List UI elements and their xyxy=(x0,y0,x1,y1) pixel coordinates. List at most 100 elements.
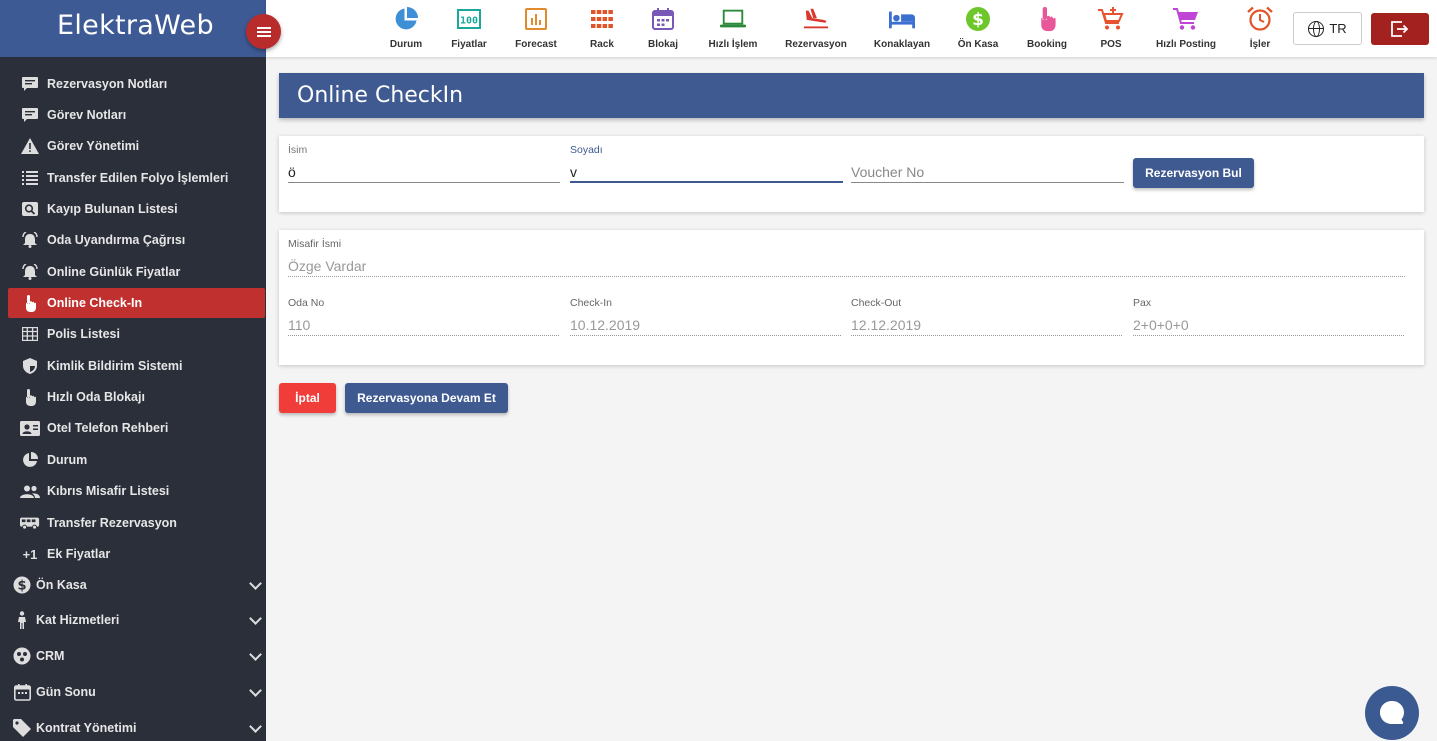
dollar-icon: $ xyxy=(965,6,991,32)
sidebar-item-durum[interactable]: Durum xyxy=(8,445,265,475)
cancel-button[interactable]: İptal xyxy=(279,383,336,413)
pax-label: Pax xyxy=(1133,297,1152,309)
globe-icon xyxy=(1308,20,1325,37)
voucher-input[interactable]: Voucher No xyxy=(851,161,1124,183)
reservation-details-card: Misafir İsmi Özge Vardar Oda No 110 Chec… xyxy=(279,230,1424,365)
language-button[interactable]: TR xyxy=(1293,12,1362,45)
sidebar-item-oda-uyandirma[interactable]: Oda Uyandırma Çağrısı xyxy=(8,225,265,255)
table-icon xyxy=(20,326,40,342)
sidebar-item-label: Polis Listesi xyxy=(47,327,120,341)
sidebar-group-label: Kat Hizmetleri xyxy=(36,613,120,627)
sidebar-group-label: Gün Sonu xyxy=(36,685,96,699)
search-icon xyxy=(20,201,40,217)
sidebar-item-hizli-oda-blokaji[interactable]: Hızlı Oda Blokajı xyxy=(8,382,265,412)
note-icon xyxy=(20,76,40,92)
sidebar-item-label: Ek Fiyatlar xyxy=(47,547,111,561)
surname-field[interactable]: Soyadı v xyxy=(570,144,843,183)
price-icon: 100 xyxy=(456,6,482,32)
chevron-down-icon xyxy=(249,720,262,733)
sidebar-item-label: Transfer Rezervasyon xyxy=(47,516,177,530)
calendar-icon xyxy=(12,683,32,701)
chevron-down-icon xyxy=(249,612,262,625)
sidebar-group-on-kasa[interactable]: $ Ön Kasa xyxy=(0,568,266,602)
sidebar-item-online-gunluk-fiyatlar[interactable]: Online Günlük Fiyatlar xyxy=(8,257,265,287)
sidebar-item-ek-fiyatlar[interactable]: +1 Ek Fiyatlar xyxy=(8,539,265,569)
svg-text:$: $ xyxy=(17,579,26,594)
sidebar-item-label: Transfer Edilen Folyo İşlemleri xyxy=(47,171,229,185)
sidebar-item-label: Görev Notları xyxy=(47,108,127,122)
toolbar-booking[interactable]: Booking xyxy=(1012,6,1082,50)
voucher-field[interactable]: Voucher No xyxy=(851,161,1124,183)
surname-input[interactable]: v xyxy=(570,161,843,183)
toolbar-pos[interactable]: POS xyxy=(1076,6,1146,50)
toolbar-durum[interactable]: Durum xyxy=(371,6,441,50)
page-header: Online CheckIn xyxy=(279,73,1424,118)
sidebar-group-kontrat-yonetimi[interactable]: Kontrat Yönetimi xyxy=(0,711,266,741)
room-field: Oda No 110 xyxy=(288,297,559,336)
sidebar-group-crm[interactable]: CRM xyxy=(0,639,266,673)
sidebar-item-kayip-bulunan[interactable]: Kayıp Bulunan Listesi xyxy=(8,194,265,224)
checkout-value: 12.12.2019 xyxy=(851,314,1122,336)
list-icon xyxy=(20,170,40,186)
logout-button[interactable] xyxy=(1371,13,1429,45)
sidebar-item-label: Otel Telefon Rehberi xyxy=(47,421,169,435)
sidebar-item-gorev-yonetimi[interactable]: Görev Yönetimi xyxy=(8,131,265,161)
sidebar-group-gun-sonu[interactable]: Gün Sonu xyxy=(0,675,266,709)
sidebar-item-gorev-notlari[interactable]: Görev Notları xyxy=(8,100,265,130)
sidebar-item-transfer-folyo[interactable]: Transfer Edilen Folyo İşlemleri xyxy=(8,163,265,193)
pax-field: Pax 2+0+0+0 xyxy=(1133,297,1404,336)
pie-chart-icon xyxy=(20,452,40,468)
sidebar-item-label: Kıbrıs Misafir Listesi xyxy=(47,484,170,498)
touch-icon xyxy=(20,294,40,312)
language-label: TR xyxy=(1329,21,1347,36)
sidebar-item-label: Hızlı Oda Blokajı xyxy=(47,390,145,404)
tag-icon xyxy=(12,719,32,737)
chevron-down-icon xyxy=(249,648,262,661)
sidebar-item-label: Kimlik Bildirim Sistemi xyxy=(47,359,183,373)
sidebar: Rezervasyon Notları Görev Notları Görev … xyxy=(0,0,266,741)
toolbar-isler[interactable]: İşler xyxy=(1225,6,1295,50)
toolbar-hizli-islem[interactable]: Hızlı İşlem xyxy=(698,6,768,50)
crm-icon xyxy=(12,647,32,665)
bus-icon xyxy=(20,515,40,531)
top-toolbar: Durum 100 Fiyatlar Forecast Rack Blokaj … xyxy=(266,0,1437,57)
chat-button[interactable] xyxy=(1365,686,1419,740)
toolbar-blokaj[interactable]: Blokaj xyxy=(628,6,698,50)
sidebar-item-polis-listesi[interactable]: Polis Listesi xyxy=(8,319,265,349)
chevron-down-icon xyxy=(249,577,262,590)
calendar-icon xyxy=(650,6,676,32)
sidebar-item-kibris-misafir[interactable]: Kıbrıs Misafir Listesi xyxy=(8,476,265,506)
brand-logo[interactable]: ElektraWeb xyxy=(57,10,214,41)
continue-reservation-button[interactable]: Rezervasyona Devam Et xyxy=(345,383,508,413)
toolbar-fiyatlar[interactable]: 100 Fiyatlar xyxy=(434,6,504,50)
toolbar-hizli-posting[interactable]: Hızlı Posting xyxy=(1151,6,1221,50)
sidebar-item-rezervasyon-notlari[interactable]: Rezervasyon Notları xyxy=(8,69,265,99)
toolbar-label: Fiyatlar xyxy=(451,39,487,50)
toolbar-rezervasyon[interactable]: Rezervasyon xyxy=(781,6,851,50)
chevron-down-icon xyxy=(249,684,262,697)
sidebar-item-online-check-in[interactable]: Online Check-In xyxy=(8,288,265,318)
note-icon xyxy=(20,107,40,123)
toolbar-rack[interactable]: Rack xyxy=(567,6,637,50)
name-field[interactable]: İsim ö xyxy=(288,144,560,183)
find-reservation-button[interactable]: Rezervasyon Bul xyxy=(1133,158,1254,188)
alarm-clock-icon xyxy=(1247,6,1273,32)
menu-toggle-button[interactable] xyxy=(246,14,281,49)
alarm-bell-icon xyxy=(20,264,40,280)
name-input[interactable]: ö xyxy=(288,161,560,183)
checkout-field: Check-Out 12.12.2019 xyxy=(851,297,1122,336)
chat-icon xyxy=(1380,701,1404,724)
toolbar-label: POS xyxy=(1100,39,1122,50)
sidebar-item-otel-telefon-rehberi[interactable]: Otel Telefon Rehberi xyxy=(8,413,265,443)
sidebar-item-kimlik-bildirim[interactable]: Kimlik Bildirim Sistemi xyxy=(8,351,265,381)
sidebar-group-label: CRM xyxy=(36,649,65,663)
toolbar-forecast[interactable]: Forecast xyxy=(501,6,571,50)
sidebar-group-kat-hizmetleri[interactable]: Kat Hizmetleri xyxy=(0,603,266,637)
sidebar-item-transfer-rezervasyon[interactable]: Transfer Rezervasyon xyxy=(8,508,265,538)
toolbar-on-kasa[interactable]: $ Ön Kasa xyxy=(943,6,1013,50)
name-label: İsim xyxy=(288,144,308,156)
svg-text:$: $ xyxy=(972,10,984,30)
checkin-label: Check-In xyxy=(570,297,613,309)
toolbar-konaklayan[interactable]: Konaklayan xyxy=(867,6,937,50)
sidebar-item-label: Online Günlük Fiyatlar xyxy=(47,265,181,279)
